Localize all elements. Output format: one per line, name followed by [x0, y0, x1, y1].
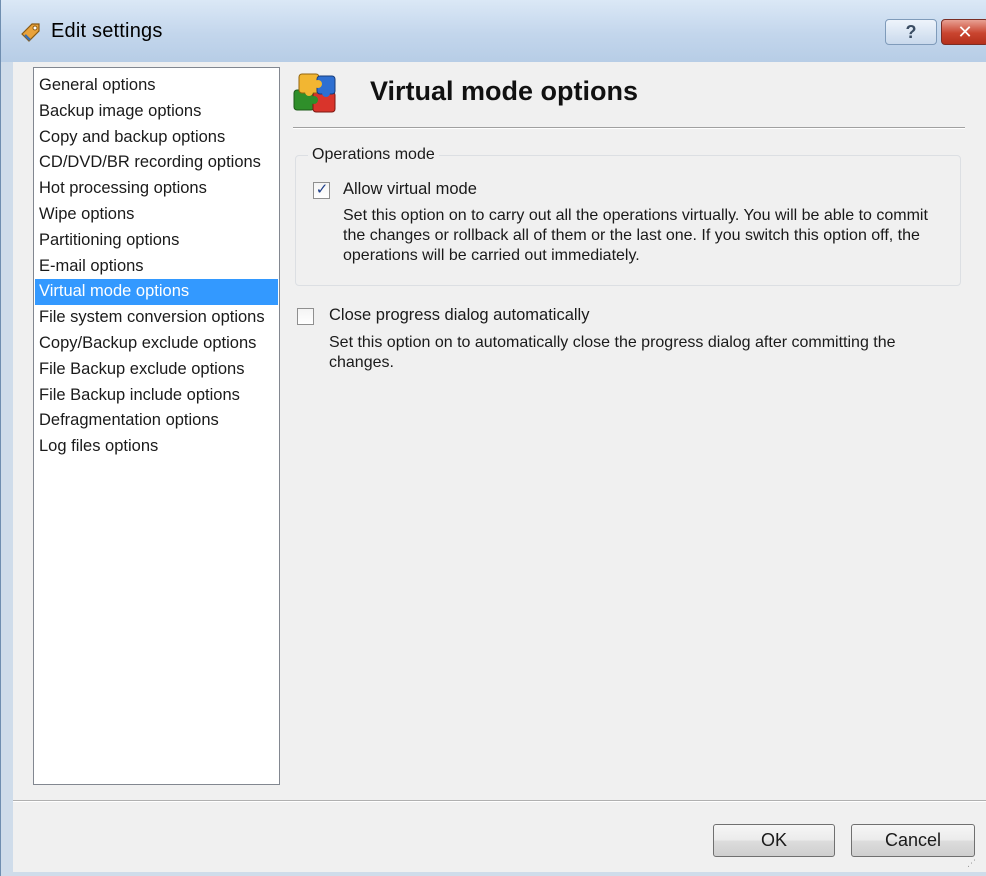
close-button[interactable]: ✕	[941, 19, 986, 45]
close-progress-dialog-label[interactable]: Close progress dialog automatically	[329, 306, 589, 325]
group-legend: Operations mode	[308, 146, 439, 164]
sidebar-item-defragmentation[interactable]: Defragmentation options	[35, 408, 278, 434]
sidebar-item-fs-conversion[interactable]: File system conversion options	[35, 305, 278, 331]
settings-app-icon	[21, 23, 40, 42]
header-divider	[293, 127, 965, 129]
settings-category-list[interactable]: General options Backup image options Cop…	[33, 67, 280, 785]
sidebar-item-virtual-mode[interactable]: Virtual mode options	[35, 279, 278, 306]
page-title: Virtual mode options	[370, 76, 639, 106]
title-bar[interactable]: Edit settings ? ✕	[1, 0, 986, 62]
resize-grip-icon[interactable]: ⋰	[967, 858, 977, 868]
allow-virtual-mode-description: Set this option on to carry out all the …	[343, 207, 928, 264]
sidebar-item-hot-processing[interactable]: Hot processing options	[35, 176, 278, 202]
help-button[interactable]: ?	[885, 19, 937, 45]
sidebar-item-copy-backup-exclude[interactable]: Copy/Backup exclude options	[35, 331, 278, 357]
cancel-button[interactable]: Cancel	[851, 824, 975, 857]
sidebar-item-file-backup-exclude[interactable]: File Backup exclude options	[35, 357, 278, 383]
allow-virtual-mode-label[interactable]: Allow virtual mode	[343, 180, 477, 199]
close-progress-dialog-description: Set this option on to automatically clos…	[329, 334, 896, 371]
sidebar-item-email[interactable]: E-mail options	[35, 254, 278, 280]
ok-button[interactable]: OK	[713, 824, 835, 857]
checkmark-icon: ✓	[315, 181, 329, 198]
sidebar-item-partitioning[interactable]: Partitioning options	[35, 228, 278, 254]
sidebar-item-recording[interactable]: CD/DVD/BR recording options	[35, 150, 278, 176]
sidebar-item-general[interactable]: General options	[35, 73, 278, 99]
close-progress-dialog-checkbox[interactable]	[297, 308, 314, 325]
sidebar-item-wipe[interactable]: Wipe options	[35, 202, 278, 228]
allow-virtual-mode-checkbox[interactable]: ✓	[313, 181, 330, 199]
window-title: Edit settings	[51, 20, 163, 42]
puzzle-icon	[293, 73, 336, 113]
sidebar-item-copy-backup[interactable]: Copy and backup options	[35, 125, 278, 151]
sidebar-item-backup-image[interactable]: Backup image options	[35, 99, 278, 125]
sidebar-item-log-files[interactable]: Log files options	[35, 434, 278, 460]
dialog-client-area: General options Backup image options Cop…	[13, 62, 986, 872]
sidebar-item-file-backup-include[interactable]: File Backup include options	[35, 383, 278, 409]
edit-settings-window: Edit settings ? ✕ General options Backup…	[0, 0, 986, 876]
footer-divider	[13, 800, 986, 802]
